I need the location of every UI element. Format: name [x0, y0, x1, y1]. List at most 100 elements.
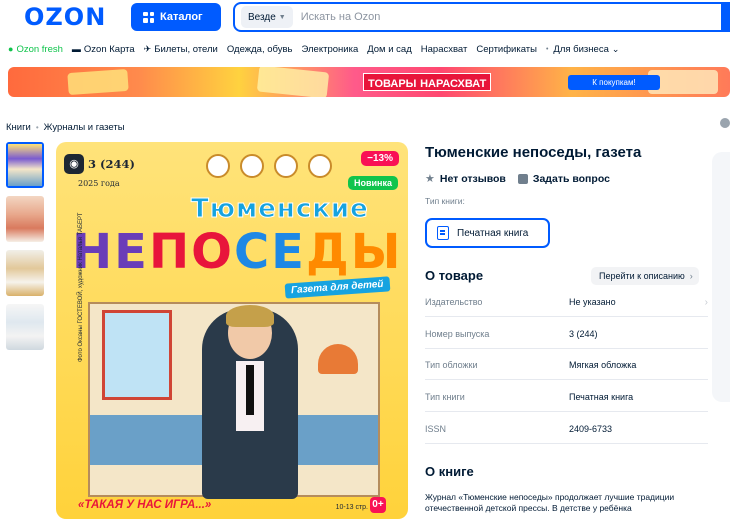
banner-decoration: [67, 68, 129, 96]
product-title: Тюменские непоседы, газета: [425, 144, 642, 161]
nav-item-label: Для бизнеса: [553, 43, 609, 55]
search-scope-label: Везде: [248, 11, 276, 23]
breadcrumb: Книги • Журналы и газеты: [6, 122, 125, 133]
issue-badge: ◉ 3 (244): [64, 154, 135, 174]
breadcrumb-item[interactable]: Книги: [6, 122, 31, 133]
gallery-thumbnail[interactable]: [6, 142, 44, 188]
cover-illustration: [88, 302, 380, 499]
nav-item-business[interactable]: Для бизнеса ⌄: [553, 44, 619, 55]
nav-item-label: Одежда, обувь: [226, 43, 293, 55]
readers-icon: ◉: [64, 154, 84, 174]
book-type-value: Печатная книга: [457, 227, 529, 239]
gallery-thumbnail[interactable]: [6, 250, 44, 296]
nav-item-label: Ozon Карта: [83, 43, 135, 55]
nav-item-electronics[interactable]: Электроника: [302, 44, 359, 55]
banner-title-sub: НАРАСХВАТ: [420, 78, 487, 90]
catalog-button[interactable]: Каталог: [131, 3, 221, 31]
share-icon[interactable]: [720, 118, 730, 128]
ask-question-link[interactable]: Задать вопрос: [517, 172, 610, 185]
cover-title-top: Тюменские: [191, 194, 369, 225]
nav-item-tickets[interactable]: ✈ Билеты, отели: [144, 44, 218, 55]
nav-item-home[interactable]: Дом и сад: [367, 44, 412, 55]
illustration-lamp: [318, 344, 358, 374]
new-badge: Новинка: [347, 176, 398, 190]
search-bar: Везде ▼: [233, 2, 730, 32]
chevron-down-icon: ▼: [278, 13, 286, 21]
product-main-image[interactable]: ◉ 3 (244) 2025 года −13% Новинка Тюменск…: [56, 142, 408, 519]
fresh-icon: ●: [8, 44, 14, 54]
spec-value: 2409-6733: [569, 424, 613, 434]
nav-item-ozon-fresh[interactable]: ● Ozon fresh: [8, 44, 63, 55]
illustration-window: [102, 310, 172, 400]
cover-year: 2025 года: [78, 179, 120, 188]
about-book-text: Журнал «Тюменские непоседы» продолжает л…: [425, 492, 675, 513]
cover-title-big: НЕПОСЕДЫ: [72, 224, 403, 280]
gallery-thumbnail[interactable]: [6, 196, 44, 242]
search-input[interactable]: [300, 11, 681, 23]
banner-title-main: ТОВАРЫ: [368, 78, 417, 90]
spec-value: 3 (244): [569, 329, 598, 339]
spec-value: Печатная книга: [569, 392, 634, 402]
cover-pages: 10-13 стр.: [335, 504, 368, 511]
discount-badge: −13%: [361, 151, 399, 166]
banner-decoration: [256, 67, 330, 97]
promo-banner[interactable]: ТОВАРЫ НАРАСХВАТ К покупкам!: [8, 67, 730, 97]
goto-description-label: Перейти к описанию: [599, 271, 685, 281]
breadcrumb-separator: •: [35, 123, 39, 132]
chevron-right-icon: ›: [689, 271, 693, 281]
cover-bottom-text: «ТАКАЯ У НАС ИГРА...»: [78, 499, 212, 511]
spec-row: Тип книги Печатная книга: [425, 383, 708, 412]
spec-key: Издательство: [425, 297, 483, 307]
reviews-link[interactable]: ★ Нет отзывов: [425, 172, 506, 186]
nav-item-label: Нарасхват: [420, 43, 468, 55]
chevron-right-icon[interactable]: ›: [705, 297, 708, 308]
chat-icon: [517, 173, 528, 184]
about-book-title: О книге: [425, 464, 474, 479]
spec-value: Не указано: [569, 297, 616, 307]
ozon-logo[interactable]: OZON: [24, 3, 106, 31]
spec-key: ISSN: [425, 424, 447, 434]
star-icon: ★: [425, 173, 435, 185]
top-nav: ● Ozon fresh ▬ Ozon Карта ✈ Билеты, отел…: [8, 41, 628, 57]
card-icon: ▬: [71, 44, 81, 54]
search-scope-select[interactable]: Везде ▼: [241, 6, 293, 28]
header: OZON Каталог Везде ▼: [0, 0, 730, 34]
nav-item-clothes[interactable]: Одежда, обувь: [227, 44, 293, 55]
spec-row: ISSN 2409-6733: [425, 415, 708, 444]
plane-icon: ✈: [143, 43, 152, 54]
nav-item-hot[interactable]: Нарасхват: [421, 44, 468, 55]
cover-credit: Фото Оксаны ГОСТЕВОЙ, художник Наталья Т…: [78, 212, 84, 362]
product-meta: ★ Нет отзывов Задать вопрос: [425, 172, 610, 186]
spec-row: Тип обложки Мягкая обложка: [425, 351, 708, 380]
goto-description-button[interactable]: Перейти к описанию ›: [591, 267, 699, 285]
banner-cta-button[interactable]: К покупкам!: [568, 75, 660, 90]
emblem-icon: [206, 154, 230, 178]
nav-item-ozon-card[interactable]: ▬ Ozon Карта: [72, 44, 135, 55]
search-button[interactable]: [721, 2, 730, 32]
catalog-button-label: Каталог: [160, 11, 203, 23]
cover-issue: 3 (244): [88, 157, 135, 171]
nav-item-label: Дом и сад: [367, 43, 412, 55]
age-rating-badge: 0+: [370, 497, 386, 513]
ask-question-label: Задать вопрос: [532, 172, 610, 185]
book-type-label: Тип книги:: [425, 196, 465, 206]
breadcrumb-item[interactable]: Журналы и газеты: [44, 122, 125, 133]
book-type-option[interactable]: Печатная книга: [425, 218, 550, 248]
emblem-icon: [240, 154, 264, 178]
spec-key: Тип обложки: [425, 360, 478, 370]
gallery-thumbnail[interactable]: [6, 304, 44, 350]
price-panel-edge: [712, 152, 730, 402]
spec-row: Номер выпуска 3 (244): [425, 320, 708, 349]
spec-row: Издательство Не указано ›: [425, 288, 708, 317]
chevron-down-icon: ⌄: [611, 43, 620, 54]
grid-icon: [143, 11, 154, 23]
spec-key: Тип книги: [425, 392, 465, 402]
spec-key: Номер выпуска: [425, 329, 490, 339]
nav-item-certificates[interactable]: Сертификаты: [476, 44, 537, 55]
nav-item-label: Билеты, отели: [154, 43, 218, 55]
emblem-icon: [308, 154, 332, 178]
cover-photo-boy: [202, 305, 298, 499]
spec-value: Мягкая обложка: [569, 360, 637, 370]
banner-title: ТОВАРЫ НАРАСХВАТ: [363, 73, 492, 91]
nav-item-label: Сертификаты: [476, 43, 537, 55]
